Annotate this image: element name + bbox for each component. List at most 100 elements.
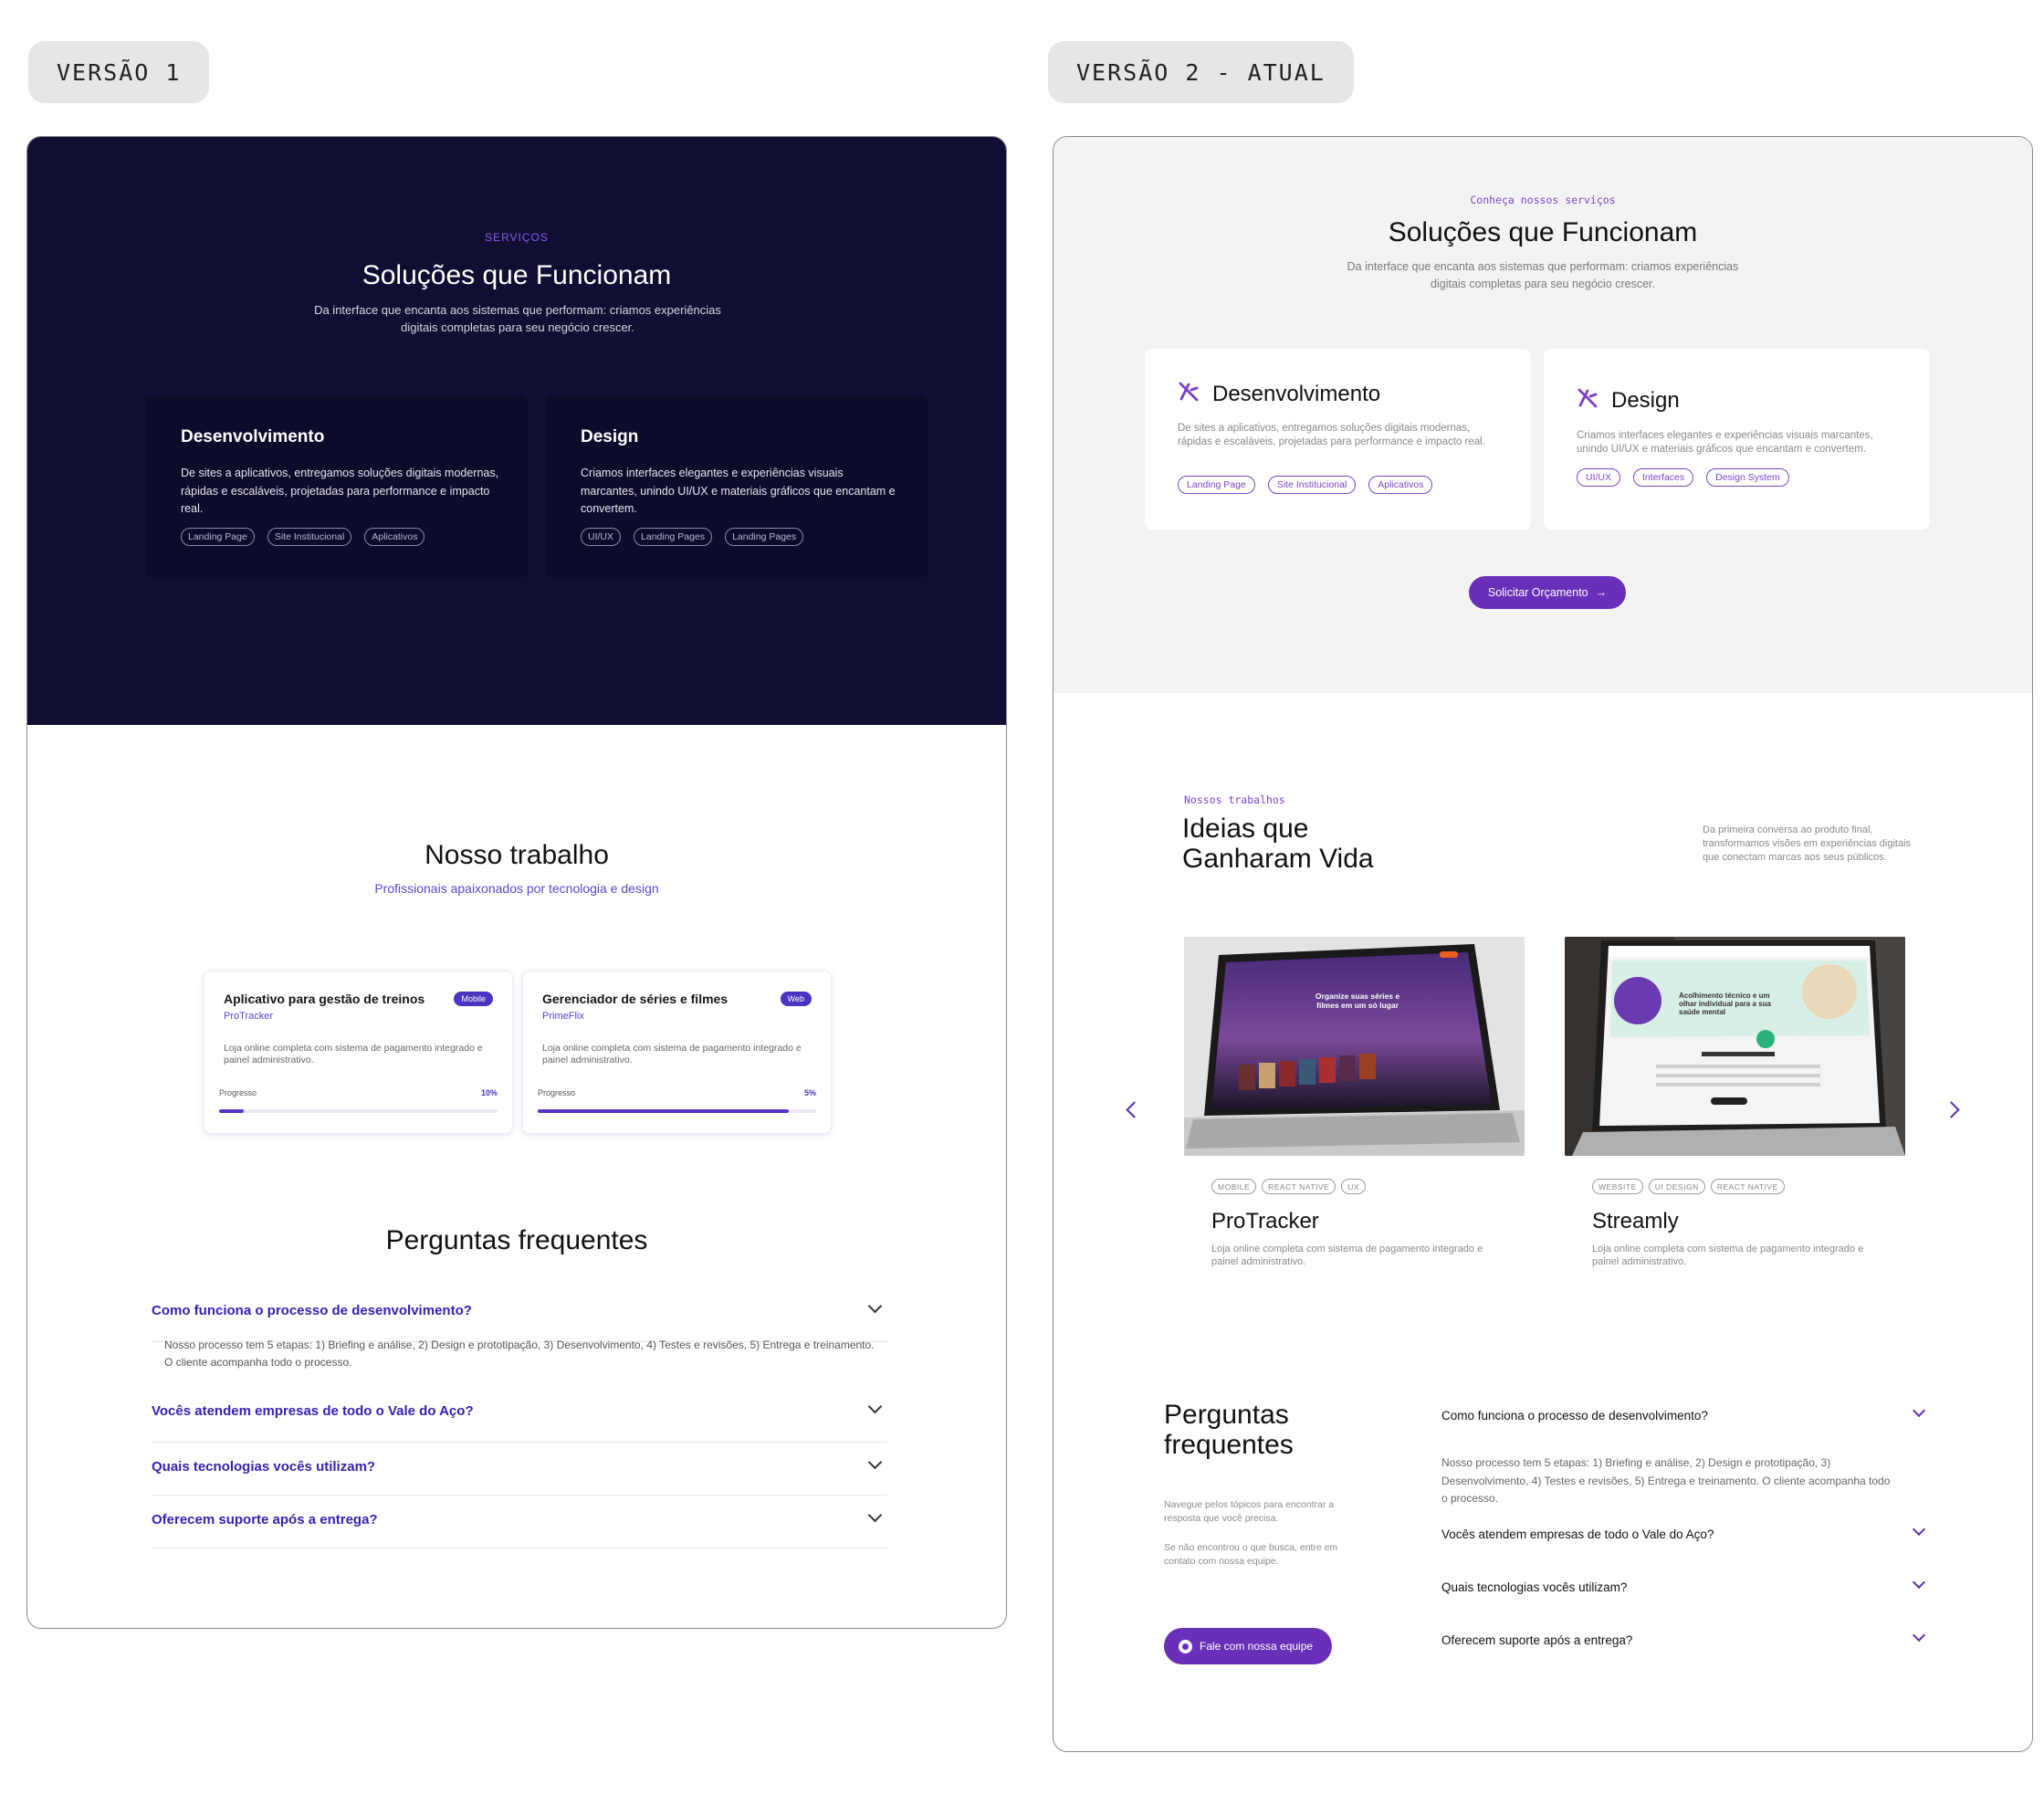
- request-quote-button[interactable]: Solicitar Orçamento →: [1469, 576, 1626, 609]
- service-card-desc: Criamos interfaces elegantes e experiênc…: [1577, 430, 1873, 455]
- service-card-design[interactable]: Design Criamos interfaces elegantes e ex…: [546, 395, 928, 579]
- screen-headline: Organize suas séries e filmes em um só l…: [1315, 992, 1400, 1010]
- progress-track: [538, 1109, 816, 1113]
- service-card-desc: Criamos interfaces elegantes e experiênc…: [581, 467, 896, 515]
- service-tag: Site Institucional: [1267, 476, 1357, 494]
- chevron-down-icon: [867, 1454, 883, 1470]
- service-tag: Landing Pages: [634, 528, 713, 546]
- project-desc: Loja online completa com sistema de paga…: [542, 1043, 802, 1065]
- project-image[interactable]: Acolhimento técnico e um olhar individua…: [1565, 937, 1905, 1156]
- project-title: Aplicativo para gestão de treinos: [224, 992, 425, 1006]
- whatsapp-icon: [1179, 1639, 1192, 1653]
- service-tag: Landing Page: [181, 528, 255, 546]
- project-image[interactable]: Organize suas séries e filmes em um só l…: [1184, 937, 1525, 1156]
- faq-item[interactable]: Oferecem suporte após a entrega?: [152, 1496, 887, 1548]
- work-eyebrow: Nossos trabalhos: [1184, 793, 1285, 806]
- project-desc: Loja online completa com sistema de paga…: [224, 1043, 483, 1065]
- service-tag: Site Institucional: [267, 528, 352, 546]
- project-title: Gerenciador de séries e filmes: [542, 992, 729, 1006]
- progress-label: Progresso: [538, 1088, 576, 1097]
- faq-intro: Navegue pelos tópicos para encontrar a r…: [1164, 1499, 1335, 1524]
- faq-question: Como funciona o processo de desenvolvime…: [152, 1303, 472, 1318]
- faq-question: Oferecem suporte após a entrega?: [152, 1512, 378, 1527]
- project-tag: REACT NATIVE: [1262, 1179, 1336, 1194]
- service-card-title: Design: [581, 427, 639, 446]
- services-eyebrow: SERVIÇOS: [485, 231, 549, 244]
- chevron-down-icon[interactable]: [1912, 1403, 1926, 1418]
- project-card[interactable]: Gerenciador de séries e filmes Web Prime…: [522, 971, 832, 1134]
- progress-fill: [219, 1109, 245, 1113]
- laptop-mockup: [1184, 944, 1525, 1156]
- services-subtitle: Da interface que encanta aos sistemas qu…: [1347, 260, 1739, 290]
- faq-item[interactable]: Quais tecnologias vocês utilizam?: [152, 1443, 887, 1496]
- service-tag: Interfaces: [1633, 468, 1694, 487]
- project-badge: Mobile: [454, 992, 493, 1006]
- code-icon: [1179, 382, 1199, 402]
- request-quote-label: Solicitar Orçamento: [1487, 586, 1588, 599]
- project-title: ProTracker: [1211, 1209, 1319, 1233]
- service-card-design[interactable]: Design Criamos interfaces elegantes e ex…: [1544, 349, 1930, 530]
- services-subtitle: Da interface que encanta aos sistemas qu…: [314, 303, 721, 334]
- contact-team-button[interactable]: Fale com nossa equipe: [1164, 1628, 1332, 1664]
- service-card-development[interactable]: Desenvolvimento De sites a aplicativos, …: [146, 395, 528, 579]
- progress-track: [219, 1109, 498, 1113]
- service-tag: Landing Pages: [725, 528, 804, 546]
- faq-contact-text: Se não encontrou o que busca, entre em c…: [1164, 1542, 1338, 1567]
- faq-question: Vocês atendem empresas de todo o Vale do…: [152, 1403, 474, 1419]
- project-title: Streamly: [1592, 1209, 1679, 1233]
- service-tag: Aplicativos: [1368, 476, 1433, 494]
- project-tags: WEBSITE UI DESIGN REACT NATIVE: [1592, 1179, 1785, 1194]
- work-desc: Da primeira conversa ao produto final, t…: [1703, 824, 1912, 863]
- service-card-desc: De sites a aplicativos, entregamos soluç…: [181, 467, 499, 515]
- project-name: ProTracker: [224, 1011, 273, 1022]
- version-2-frame: Conheça nossos serviços Soluções que Fun…: [1053, 136, 2033, 1752]
- chevron-down-icon: [867, 1507, 883, 1523]
- service-card-title: Design: [1611, 388, 1680, 413]
- project-tag: MOBILE: [1211, 1179, 1257, 1194]
- faq-question: Quais tecnologias vocês utilizam?: [152, 1459, 376, 1475]
- project-desc: Loja online completa com sistema de paga…: [1211, 1244, 1483, 1267]
- progress-value: 10%: [480, 1088, 498, 1097]
- services-title: Soluções que Funcionam: [1388, 217, 1698, 247]
- faq-answer: Nosso processo tem 5 etapas: 1) Briefing…: [1441, 1456, 1891, 1505]
- project-tags: MOBILE REACT NATIVE UX: [1211, 1179, 1367, 1194]
- faq-answer: Nosso processo tem 5 etapas: 1) Briefing…: [164, 1338, 875, 1369]
- faq-question[interactable]: Quais tecnologias vocês utilizam?: [1441, 1580, 1627, 1594]
- faq-item[interactable]: Vocês atendem empresas de todo o Vale do…: [152, 1395, 887, 1443]
- carousel-prev-icon[interactable]: [1126, 1101, 1143, 1118]
- services-section: SERVIÇOS Soluções que Funcionam Da inter…: [27, 137, 1006, 725]
- progress-value: 5%: [803, 1088, 816, 1097]
- work-title: Nosso trabalho: [425, 840, 609, 870]
- carousel-next-icon[interactable]: [1943, 1101, 1960, 1118]
- chevron-down-icon[interactable]: [1912, 1522, 1926, 1537]
- faq-question[interactable]: Como funciona o processo de desenvolvime…: [1441, 1409, 1708, 1422]
- work-subtitle: Profissionais apaixonados por tecnologia…: [374, 881, 659, 896]
- work-title: Ideias que Ganharam Vida: [1182, 814, 1374, 874]
- progress-fill: [538, 1109, 789, 1113]
- chevron-down-icon[interactable]: [1912, 1575, 1926, 1590]
- service-tag: Aplicativos: [364, 528, 425, 546]
- design-icon: [1578, 388, 1598, 408]
- faq-item[interactable]: Como funciona o processo de desenvolvime…: [152, 1292, 887, 1342]
- project-card[interactable]: Aplicativo para gestão de treinos Mobile…: [204, 971, 513, 1134]
- project-tag: REACT NATIVE: [1710, 1179, 1785, 1194]
- faq-question[interactable]: Vocês atendem empresas de todo o Vale do…: [1441, 1527, 1714, 1541]
- progress-label: Progresso: [219, 1088, 257, 1097]
- project-desc: Loja online completa com sistema de paga…: [1592, 1244, 1864, 1267]
- version-1-label: VERSÃO 1: [28, 41, 210, 103]
- screen-headline: Acolhimento técnico e um olhar individua…: [1679, 992, 1771, 1016]
- version-2-label: VERSÃO 2 - ATUAL: [1048, 41, 1354, 103]
- service-card-title: Desenvolvimento: [181, 427, 325, 446]
- project-tag: UX: [1341, 1179, 1367, 1194]
- laptop-mockup: [1565, 937, 1905, 1156]
- project-name: PrimeFlix: [542, 1011, 584, 1022]
- chevron-down-icon[interactable]: [1912, 1628, 1926, 1643]
- service-tag: Design System: [1706, 468, 1789, 487]
- project-badge: Web: [780, 992, 812, 1006]
- faq-title: Perguntas frequentes: [385, 1225, 648, 1255]
- service-card-development[interactable]: Desenvolvimento De sites a aplicativos, …: [1145, 349, 1531, 530]
- chevron-down-icon: [867, 1399, 883, 1414]
- faq-question[interactable]: Oferecem suporte após a entrega?: [1441, 1633, 1632, 1647]
- faq-title: Perguntas frequentes: [1164, 1400, 1294, 1460]
- contact-team-label: Fale com nossa equipe: [1200, 1640, 1314, 1653]
